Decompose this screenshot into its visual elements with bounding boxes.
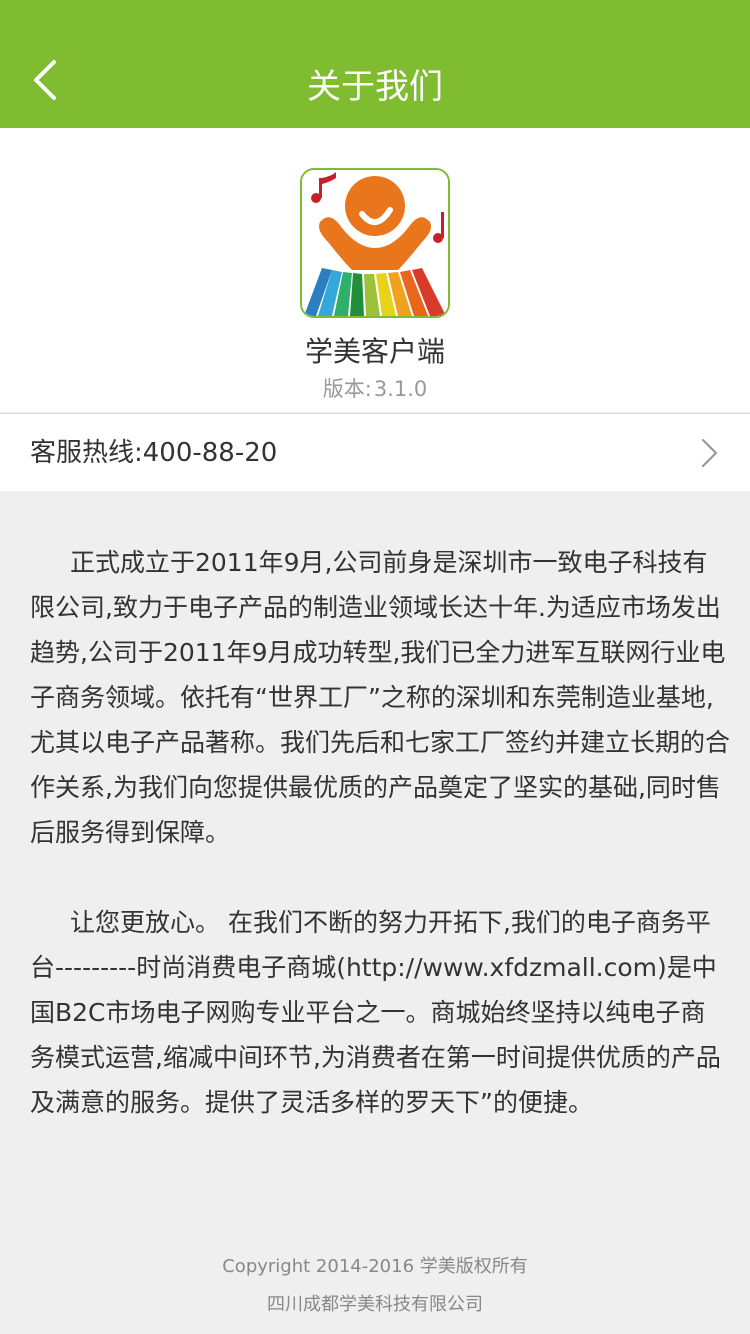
- description-paragraph: 正式成立于2011年9月,公司前身是深圳市一致电子科技有限公司,致力于电子产品的…: [30, 548, 731, 847]
- app-name: 学美客户端: [304, 335, 445, 368]
- app-version: 版本:3.1.0: [0, 374, 750, 404]
- description-paragraph: 让您更放心。 在我们不断的努力开拓下,我们的电子商务平台---------时尚消…: [30, 908, 721, 1117]
- chevron-right-icon: [701, 438, 718, 468]
- company-name: 四川成都学美科技有限公司: [267, 1294, 483, 1315]
- company-description: 正式成立于2011年9月,公司前身是深圳市一致电子科技有限公司,致力于电子产品的…: [30, 540, 730, 1125]
- customer-service-hotline-row[interactable]: 客服热线:400-88-20: [0, 413, 750, 491]
- app-info-section: 学美客户端 版本:3.1.0: [0, 128, 750, 412]
- page-title: 关于我们: [307, 67, 443, 107]
- version-value: 3.1.0: [373, 377, 428, 401]
- hotline-label: 客服热线:400-88-20: [30, 438, 278, 468]
- copyright-text: Copyright 2014-2016 学美版权所有: [222, 1256, 528, 1277]
- footer: Copyright 2014-2016 学美版权所有 四川成都学美科技有限公司: [0, 1252, 750, 1320]
- app-logo-icon: [300, 168, 450, 318]
- version-label: 版本:: [322, 377, 372, 401]
- navigation-bar: 关于我们: [0, 0, 750, 128]
